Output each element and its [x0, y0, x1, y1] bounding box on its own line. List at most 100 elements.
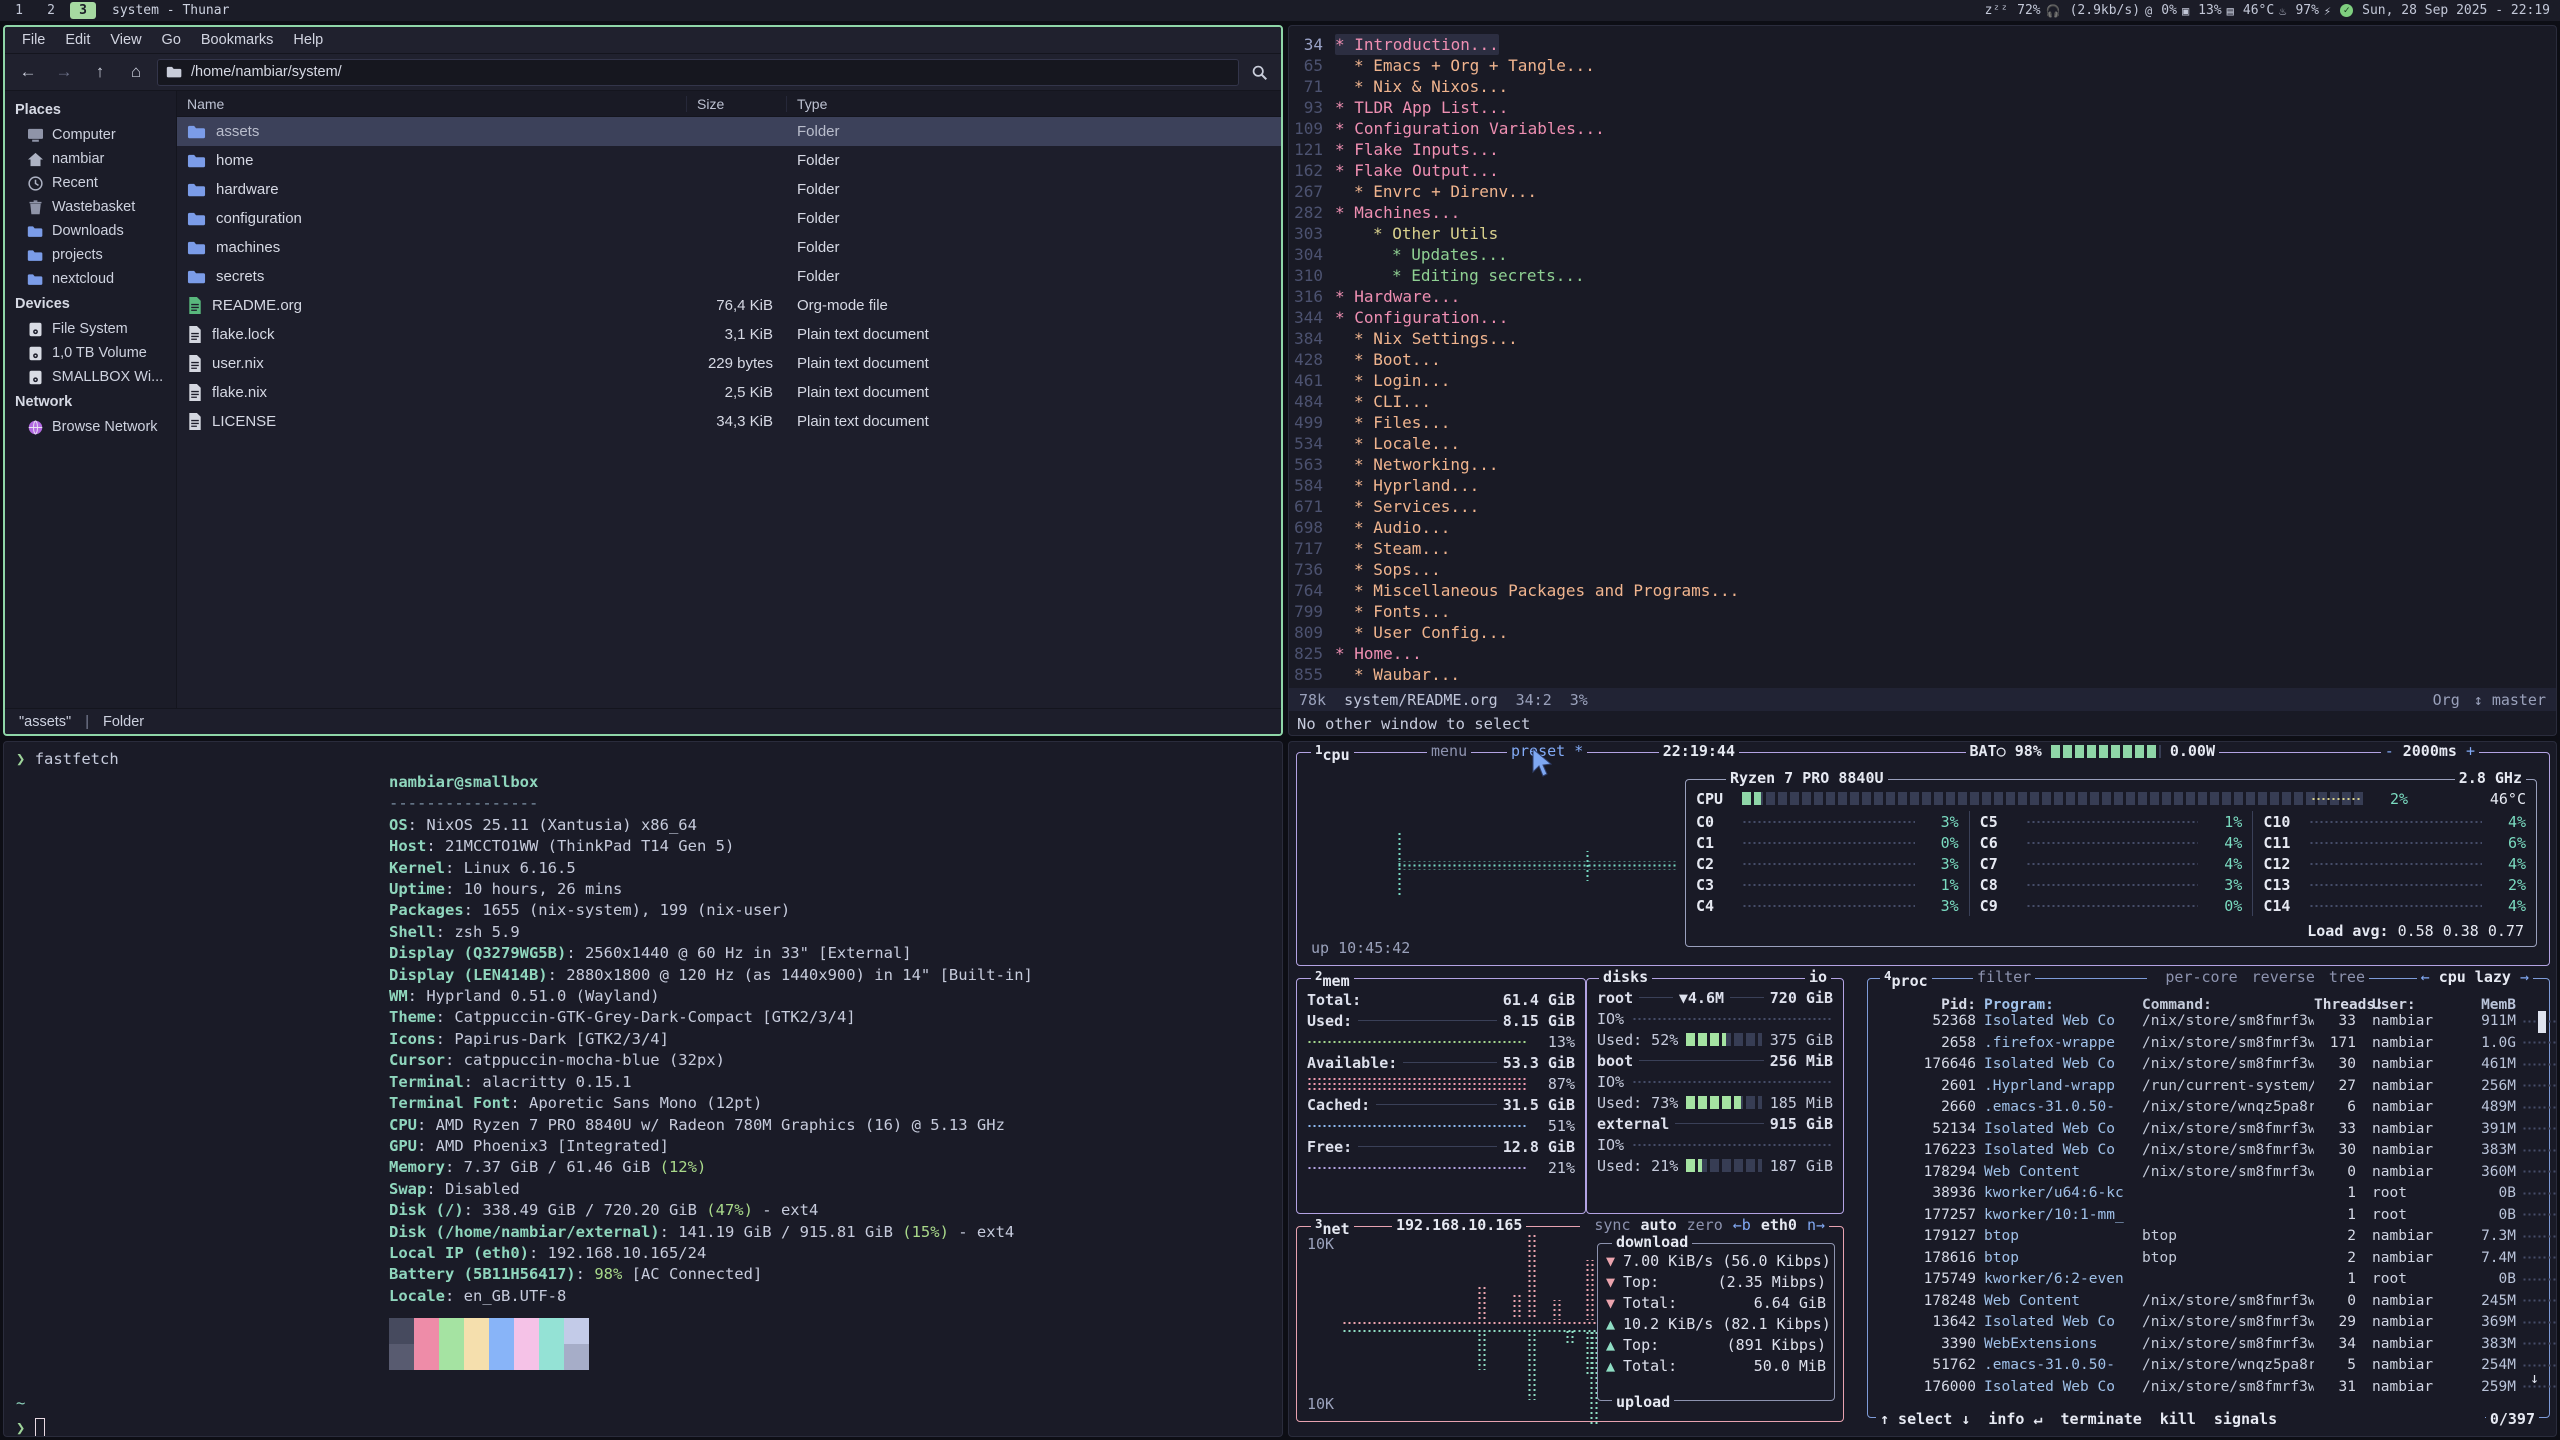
file-row-LICENSE[interactable]: LICENSE34,3 KiBPlain text document: [177, 407, 1281, 436]
org-line-34[interactable]: 34* Introduction...: [1289, 34, 2556, 55]
sidebar-item-recent[interactable]: Recent: [5, 171, 176, 195]
org-line-717[interactable]: 717* Steam...: [1289, 538, 2556, 559]
up-button[interactable]: ↑: [85, 59, 115, 85]
net-tab-eth0[interactable]: eth0: [1761, 1216, 1797, 1234]
column-size[interactable]: Size: [687, 96, 787, 112]
org-line-162[interactable]: 162* Flake Output...: [1289, 160, 2556, 181]
mem-box-title[interactable]: 2mem: [1311, 968, 1354, 990]
sidebar-item-wastebasket[interactable]: Wastebasket: [5, 195, 176, 219]
workspace-3[interactable]: 3: [70, 2, 96, 19]
proc-box-title[interactable]: 4proc: [1880, 968, 1932, 990]
org-line-428[interactable]: 428* Boot...: [1289, 349, 2556, 370]
process-row[interactable]: 38936kworker/u64:6-kc1root0B0.0: [1872, 1183, 2545, 1205]
menu-edit[interactable]: Edit: [56, 30, 99, 50]
org-line-65[interactable]: 65* Emacs + Org + Tangle...: [1289, 55, 2556, 76]
proc-header[interactable]: MemB: [2454, 997, 2516, 1013]
io-tab[interactable]: io: [1805, 968, 1831, 986]
org-line-344[interactable]: 344* Configuration...: [1289, 307, 2556, 328]
net-tabs[interactable]: syncautozero←beth0n→: [1580, 1216, 1829, 1234]
proc-header[interactable]: Command:: [2142, 997, 2314, 1013]
org-line-809[interactable]: 809* User Config...: [1289, 622, 2556, 643]
forward-button[interactable]: →: [49, 59, 79, 85]
org-line-484[interactable]: 484* CLI...: [1289, 391, 2556, 412]
proc-tabs[interactable]: per-corereversetree: [2147, 968, 2369, 986]
sidebar-item-downloads[interactable]: Downloads: [5, 219, 176, 243]
file-row-user.nix[interactable]: user.nix229 bytesPlain text document: [177, 349, 1281, 378]
proc-tab-tree[interactable]: tree: [2329, 968, 2365, 986]
org-line-316[interactable]: 316* Hardware...: [1289, 286, 2556, 307]
file-row-assets[interactable]: assetsFolder: [177, 117, 1281, 146]
proc-header[interactable]: Threads:: [2314, 997, 2362, 1013]
menu-help[interactable]: Help: [284, 30, 332, 50]
filter-tab[interactable]: filter: [1973, 968, 2035, 986]
file-row-home[interactable]: homeFolder: [177, 146, 1281, 175]
footer-action-select[interactable]: ↑ select ↓: [1880, 1410, 1970, 1428]
footer-action-info[interactable]: info ↵: [1988, 1410, 2042, 1428]
net-tab-b[interactable]: ←b: [1733, 1216, 1751, 1234]
column-name[interactable]: Name: [177, 96, 687, 112]
column-type[interactable]: Type: [787, 96, 1281, 112]
process-row[interactable]: 2601.Hyprland-wrapp/run/current-system/s…: [1872, 1075, 2545, 1097]
cpu-box-title[interactable]: 1cpu: [1311, 742, 1354, 764]
sidebar-item-nambiar[interactable]: nambiar: [5, 147, 176, 171]
process-row[interactable]: 176000Isolated Web Co/nix/store/sm8fmrf3…: [1872, 1376, 2545, 1398]
org-line-93[interactable]: 93* TLDR App List...: [1289, 97, 2556, 118]
footer-action-terminate[interactable]: terminate: [2061, 1410, 2142, 1428]
org-line-563[interactable]: 563* Networking...: [1289, 454, 2556, 475]
process-row[interactable]: 176223Isolated Web Co/nix/store/sm8fmrf3…: [1872, 1140, 2545, 1162]
workspace-2[interactable]: 2: [38, 2, 64, 19]
org-line-461[interactable]: 461* Login...: [1289, 370, 2556, 391]
org-line-267[interactable]: 267* Envrc + Direnv...: [1289, 181, 2556, 202]
org-line-303[interactable]: 303* Other Utils: [1289, 223, 2556, 244]
org-line-799[interactable]: 799* Fonts...: [1289, 601, 2556, 622]
org-line-499[interactable]: 499* Files...: [1289, 412, 2556, 433]
menu-file[interactable]: File: [13, 30, 54, 50]
file-row-flake.lock[interactable]: flake.lock3,1 KiBPlain text document: [177, 320, 1281, 349]
net-tab-sync[interactable]: sync: [1594, 1216, 1630, 1234]
back-button[interactable]: ←: [13, 59, 43, 85]
search-button[interactable]: [1245, 59, 1273, 85]
net-tab-zero[interactable]: zero: [1687, 1216, 1723, 1234]
sidebar-item-projects[interactable]: projects: [5, 243, 176, 267]
proc-tab-per-core[interactable]: per-core: [2165, 968, 2237, 986]
org-buffer[interactable]: 34* Introduction...65* Emacs + Org + Tan…: [1289, 34, 2556, 685]
update-interval[interactable]: - 2000ms +: [2381, 742, 2479, 760]
sidebar-item-smallbox-wi-[interactable]: SMALLBOX Wi...: [5, 365, 176, 389]
file-row-hardware[interactable]: hardwareFolder: [177, 175, 1281, 204]
sidebar-item-1-0-tb-volume[interactable]: 1,0 TB Volume: [5, 341, 176, 365]
file-row-flake.nix[interactable]: flake.nix2,5 KiBPlain text document: [177, 378, 1281, 407]
scroll-down-arrow[interactable]: ↓: [2530, 1369, 2539, 1387]
org-line-384[interactable]: 384* Nix Settings...: [1289, 328, 2556, 349]
org-line-109[interactable]: 109* Configuration Variables...: [1289, 118, 2556, 139]
process-row[interactable]: 51762.emacs-31.0.50-/nix/store/wnqz5pa8r…: [1872, 1355, 2545, 1377]
sidebar-item-browse-network[interactable]: Browse Network: [5, 415, 176, 439]
menu-bookmarks[interactable]: Bookmarks: [192, 30, 283, 50]
org-line-825[interactable]: 825* Home...: [1289, 643, 2556, 664]
workspace-1[interactable]: 1: [6, 2, 32, 19]
org-line-534[interactable]: 534* Locale...: [1289, 433, 2556, 454]
net-tab-auto[interactable]: auto: [1641, 1216, 1677, 1234]
process-row[interactable]: 178248Web Content/nix/store/sm8fmrf3wps4…: [1872, 1290, 2545, 1312]
org-line-736[interactable]: 736* Sops...: [1289, 559, 2556, 580]
home-button[interactable]: ⌂: [121, 59, 151, 85]
menu-tab[interactable]: menu: [1427, 742, 1471, 760]
sort-selector[interactable]: ← cpu lazy →: [2417, 968, 2533, 986]
footer-action-signals[interactable]: signals: [2214, 1410, 2277, 1428]
sidebar-item-computer[interactable]: Computer: [5, 123, 176, 147]
footer-action-kill[interactable]: kill: [2160, 1410, 2196, 1428]
org-line-304[interactable]: 304* Updates...: [1289, 244, 2556, 265]
org-line-310[interactable]: 310* Editing secrets...: [1289, 265, 2556, 286]
process-row[interactable]: 175749kworker/6:2-even1root0B0.0: [1872, 1269, 2545, 1291]
proc-scrollbar[interactable]: [2538, 1011, 2546, 1033]
path-bar[interactable]: /home/nambiar/system/: [157, 59, 1239, 86]
org-line-855[interactable]: 855* Waubar...: [1289, 664, 2556, 685]
process-row[interactable]: 52134Isolated Web Co/nix/store/sm8fmrf3w…: [1872, 1118, 2545, 1140]
process-row[interactable]: 13642Isolated Web Co/nix/store/sm8fmrf3w…: [1872, 1312, 2545, 1334]
shell-prompt[interactable]: ❯: [16, 1418, 45, 1437]
process-row[interactable]: 179127btopbtop2nambiar7.3M0.0: [1872, 1226, 2545, 1248]
process-row[interactable]: 178294Web Content/nix/store/sm8fmrf3wps4…: [1872, 1161, 2545, 1183]
file-row-machines[interactable]: machinesFolder: [177, 233, 1281, 262]
org-line-698[interactable]: 698* Audio...: [1289, 517, 2556, 538]
menu-view[interactable]: View: [101, 30, 150, 50]
process-row[interactable]: 2658.firefox-wrappe/nix/store/sm8fmrf3wp…: [1872, 1032, 2545, 1054]
